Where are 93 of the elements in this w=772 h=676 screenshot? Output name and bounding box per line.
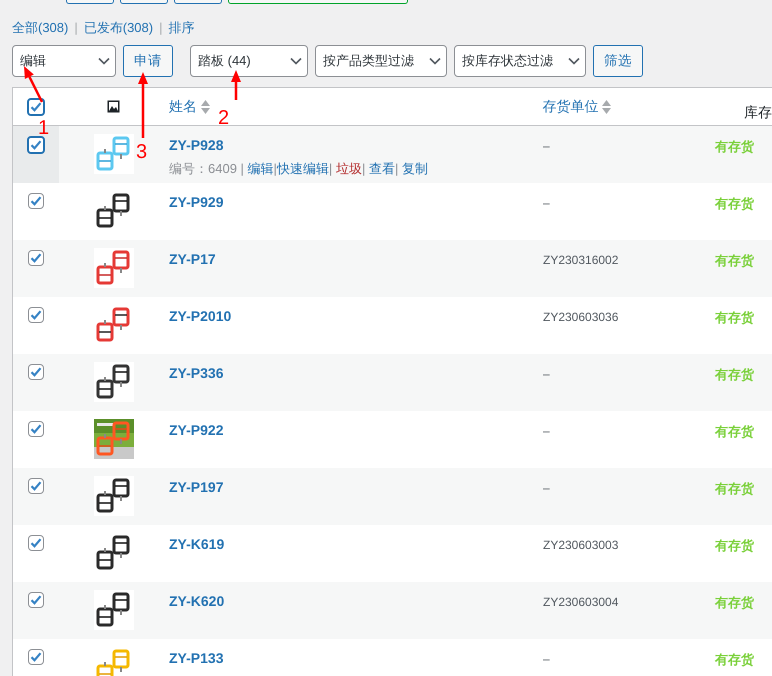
- sku-text: –: [543, 195, 551, 212]
- separator: |: [159, 19, 162, 38]
- annotation-arrow: [24, 66, 44, 103]
- product-name-link[interactable]: ZY-P922: [169, 420, 224, 441]
- checkbox[interactable]: [28, 649, 44, 665]
- sku-text: –: [543, 423, 551, 440]
- chevron-down-icon: [290, 57, 302, 65]
- separator: |: [74, 19, 78, 38]
- stock-status: 有存货: [715, 310, 754, 325]
- chevron-down-icon: [568, 57, 580, 65]
- sort-icon[interactable]: [602, 100, 612, 114]
- sku-text: –: [543, 651, 551, 668]
- annotation-number: 1: [38, 118, 50, 138]
- check-icon: [30, 537, 42, 549]
- checkbox[interactable]: [28, 250, 44, 266]
- product-name-link[interactable]: ZY-K620: [169, 591, 224, 612]
- dropdown[interactable]: 踏板 (44): [190, 45, 308, 77]
- action-link[interactable]: 复制: [402, 161, 428, 176]
- check-icon: [30, 651, 42, 663]
- dropdown[interactable]: 按库存状态过滤: [454, 45, 586, 77]
- check-icon: [30, 309, 42, 321]
- check-icon: [30, 100, 42, 112]
- separator: |: [362, 161, 366, 176]
- check-icon: [30, 594, 42, 606]
- sku-text: –: [543, 366, 551, 383]
- check-icon: [30, 423, 42, 435]
- product-id-text: 编号：6409 |: [169, 161, 245, 176]
- stock-status: 有存货: [715, 424, 754, 439]
- stock-status: 有存货: [715, 253, 754, 268]
- dropdown[interactable]: 编辑: [12, 45, 116, 77]
- toolbar-button[interactable]: [228, 0, 408, 4]
- stock-status: 有存货: [715, 196, 754, 211]
- toolbar-button[interactable]: [120, 0, 168, 4]
- annotation-number: 3: [136, 142, 148, 162]
- annotation-number: 2: [218, 108, 230, 128]
- checkbox[interactable]: [28, 364, 44, 380]
- stock-status: 有存货: [715, 481, 754, 496]
- action-link[interactable]: 编辑: [248, 161, 274, 176]
- dropdown[interactable]: 按产品类型过滤: [315, 45, 447, 77]
- sku-text: ZY230603003: [543, 537, 620, 554]
- separator: |: [394, 161, 398, 176]
- filter-button[interactable]: 筛选: [593, 45, 643, 77]
- sku-text: ZY230603036: [543, 309, 620, 326]
- stock-status: 有存货: [715, 652, 754, 667]
- separator: |: [328, 161, 332, 176]
- view-link[interactable]: 排序: [168, 18, 194, 38]
- chevron-down-icon: [429, 57, 441, 65]
- checkbox[interactable]: [26, 98, 45, 116]
- trash-link[interactable]: 垃圾: [336, 161, 362, 176]
- apply-button[interactable]: 申请: [123, 45, 173, 77]
- sku-text: –: [543, 480, 551, 497]
- checkbox[interactable]: [28, 535, 44, 551]
- checkbox[interactable]: [28, 193, 44, 209]
- sku-text: ZY230603004: [543, 594, 620, 611]
- stock-status: 有存货: [715, 367, 754, 382]
- check-icon: [30, 366, 42, 378]
- checkbox[interactable]: [28, 478, 44, 494]
- stock-status: 有存货: [715, 538, 754, 553]
- view-link[interactable]: 全部(308): [12, 18, 68, 38]
- stock-status: 有存货: [715, 595, 754, 610]
- column-header[interactable]: 存货单位: [542, 96, 612, 117]
- check-icon: [30, 252, 42, 264]
- stock-status: 有存货: [715, 139, 754, 154]
- checkbox[interactable]: [28, 421, 44, 437]
- view-link[interactable]: 已发布(308): [84, 18, 154, 38]
- product-name-link[interactable]: ZY-P929: [169, 192, 224, 213]
- sort-icon[interactable]: [200, 100, 210, 114]
- product-name-link[interactable]: ZY-P197: [169, 477, 224, 498]
- sku-text: ZY230316002: [543, 252, 620, 269]
- product-name-link[interactable]: ZY-P2010: [169, 306, 232, 327]
- separator: |: [274, 161, 277, 176]
- checkbox[interactable]: [28, 592, 44, 608]
- product-name-link[interactable]: ZY-P928: [169, 135, 224, 156]
- action-link[interactable]: 查看: [368, 161, 395, 176]
- chevron-down-icon: [98, 57, 110, 65]
- column-header: 库存: [744, 104, 772, 120]
- annotation-arrow: [138, 72, 148, 138]
- product-name-link[interactable]: ZY-P336: [169, 363, 224, 384]
- product-name-link[interactable]: ZY-P133: [169, 648, 224, 669]
- image-icon: [107, 100, 120, 113]
- toolbar-button[interactable]: [66, 0, 114, 4]
- check-icon: [30, 480, 42, 492]
- checkbox[interactable]: [27, 136, 45, 154]
- annotation-arrow: [231, 70, 241, 100]
- product-name-link[interactable]: ZY-K619: [169, 534, 224, 555]
- toolbar-button[interactable]: [174, 0, 222, 4]
- check-icon: [30, 195, 42, 207]
- sku-text: –: [543, 138, 551, 155]
- check-icon: [30, 139, 42, 151]
- action-link[interactable]: 快速编辑: [276, 161, 329, 176]
- product-name-link[interactable]: ZY-P17: [169, 249, 216, 270]
- checkbox[interactable]: [28, 307, 44, 323]
- column-header[interactable]: 姓名: [168, 96, 210, 117]
